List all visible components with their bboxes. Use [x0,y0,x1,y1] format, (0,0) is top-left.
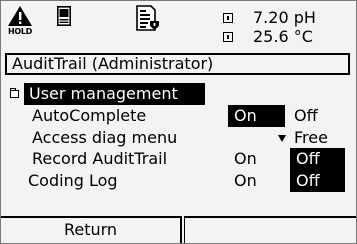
option-off-selected[interactable]: Off [290,148,345,170]
setting-row-record-audittrail: Record AuditTrail On Off [1,148,356,170]
hold-warning-icon: HOLD [7,5,33,39]
option-on[interactable]: On [234,170,257,192]
setting-row-coding-log: Coding Log On Off [1,170,356,192]
sensor-channel-icon [223,32,233,42]
right-softkey[interactable] [184,216,356,243]
device-screen: HOLD 7.20 pH 25.6 °C AuditTrail (Adminis… [0,0,357,244]
setting-label: Record AuditTrail [32,149,168,168]
sensor-channel-icon [223,13,233,23]
option-off-selected[interactable]: Off [290,170,345,192]
diagnostics-document-icon [136,5,160,31]
option-label: On [234,106,257,125]
setting-label: Coding Log [28,171,118,190]
menu-item-label: User management [29,84,178,103]
setting-label: AutoComplete [32,106,147,125]
menu-item-user-management[interactable]: User management [1,83,356,105]
option-label: Off [296,149,320,168]
page-title: AuditTrail (Administrator) [5,53,350,75]
setting-row-autocomplete: AutoComplete On Off [1,105,356,127]
setting-label: Access diag menu [32,128,178,147]
option-label: Off [296,171,320,190]
dropdown-arrow-icon[interactable] [278,135,286,142]
setting-row-access-diag-menu: Access diag menu Free [1,127,356,149]
option-value[interactable]: Free [294,127,328,149]
option-on[interactable]: On [234,148,257,170]
return-softkey[interactable]: Return [1,216,182,243]
hold-label: HOLD [7,27,33,36]
folder-icon [9,88,19,98]
option-off[interactable]: Off [294,105,318,127]
memory-card-icon [57,6,71,26]
temperature-value: 25.6 °C [253,27,313,46]
ph-value: 7.20 pH [253,8,316,27]
option-on-selected[interactable]: On [228,105,285,127]
